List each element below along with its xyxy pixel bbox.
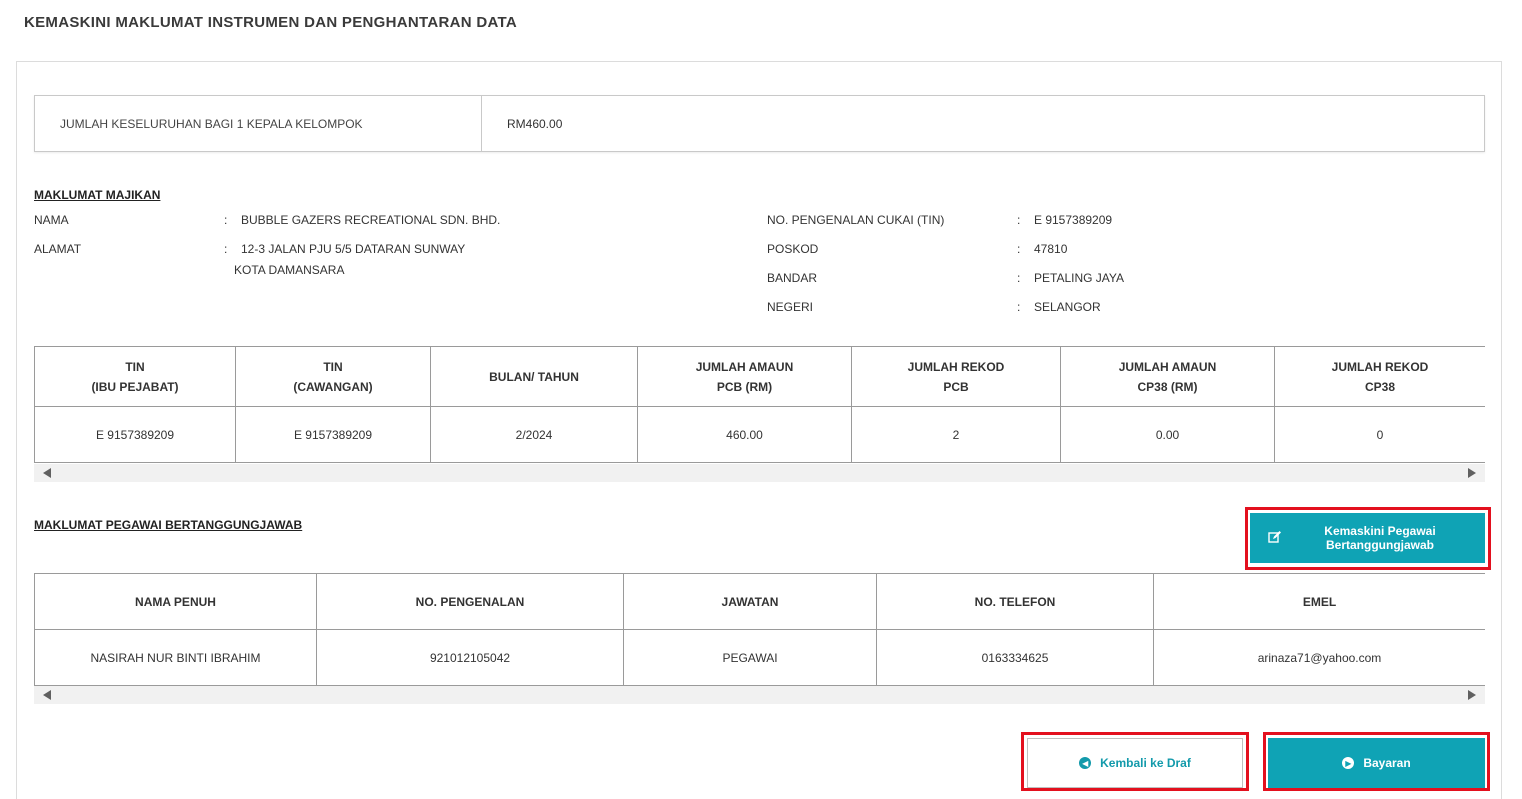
scroll-right-arrow-icon[interactable] — [1468, 690, 1476, 700]
officer-cell-phone: 0163334625 — [876, 629, 1154, 686]
officer-header-name: NAMA PENUH — [34, 573, 317, 630]
officer-cell-email: arinaza71@yahoo.com — [1153, 629, 1485, 686]
scroll-left-arrow-icon[interactable] — [43, 690, 51, 700]
employer-bandar-row: BANDAR : PETALING JAYA — [767, 271, 1124, 285]
pcb-cell-pcb-records: 2 — [851, 406, 1061, 463]
officer-cell-position: PEGAWAI — [623, 629, 877, 686]
pcb-table-scrollbar[interactable] — [34, 464, 1485, 482]
back-to-draft-button-highlight — [1021, 732, 1249, 791]
pcb-header-month-year: BULAN/ TAHUN — [430, 346, 638, 407]
employer-address-label: ALAMAT — [34, 242, 82, 256]
officer-cell-name: NASIRAH NUR BINTI IBRAHIM — [34, 629, 317, 686]
officer-table: NAMA PENUH NO. PENGENALAN JAWATAN NO. TE… — [34, 573, 1485, 686]
employer-address-row: ALAMAT : 12-3 JALAN PJU 5/5 DATARAN SUNW… — [34, 242, 465, 277]
pcb-header-tin-branch: TIN (CAWANGAN) — [235, 346, 431, 407]
employer-address-line1: 12-3 JALAN PJU 5/5 DATARAN SUNWAY — [241, 242, 466, 256]
pcb-header-pcb-amount: JUMLAH AMAUN PCB (RM) — [637, 346, 852, 407]
officer-table-header-row: NAMA PENUH NO. PENGENALAN JAWATAN NO. TE… — [34, 573, 1485, 630]
pcb-table-container: TIN (IBU PEJABAT) TIN (CAWANGAN) BULAN/ TA… — [34, 346, 1485, 463]
pcb-cell-month-year: 2/2024 — [430, 406, 638, 463]
pcb-header-pcb-records: JUMLAH REKOD PCB — [851, 346, 1061, 407]
officer-header-phone: NO. TELEFON — [876, 573, 1154, 630]
total-summary-label: JUMLAH KESELURUHAN BAGI 1 KEPALA KELOMPO… — [35, 96, 482, 151]
officer-header-position: JAWATAN — [623, 573, 877, 630]
employer-bandar-value: PETALING JAYA — [1034, 271, 1125, 285]
officer-table-scrollbar[interactable] — [34, 686, 1485, 704]
employer-negeri-label: NEGERI — [767, 300, 814, 314]
table-row: NASIRAH NUR BINTI IBRAHIM 921012105042 P… — [34, 629, 1485, 686]
employer-negeri-row: NEGERI : SELANGOR — [767, 300, 1101, 314]
colon: : — [1017, 242, 1021, 256]
colon: : — [224, 213, 228, 227]
table-row: E 9157389209 E 9157389209 2/2024 460.00 … — [34, 406, 1485, 463]
pcb-cell-cp38-records: 0 — [1274, 406, 1485, 463]
scroll-right-arrow-icon[interactable] — [1468, 468, 1476, 478]
employer-name-label: NAMA — [34, 213, 69, 227]
officer-cell-id: 921012105042 — [316, 629, 624, 686]
officer-header-id: NO. PENGENALAN — [316, 573, 624, 630]
officer-header-email: EMEL — [1153, 573, 1485, 630]
colon: : — [1017, 213, 1021, 227]
colon: : — [1017, 271, 1021, 285]
pcb-header-tin-hq: TIN (IBU PEJABAT) — [34, 346, 236, 407]
pcb-header-cp38-amount: JUMLAH AMAUN CP38 (RM) — [1060, 346, 1275, 407]
employer-bandar-label: BANDAR — [767, 271, 818, 285]
page-title: KEMASKINI MAKLUMAT INSTRUMEN DAN PENGHAN… — [24, 14, 518, 31]
main-panel: JUMLAH KESELURUHAN BAGI 1 KEPALA KELOMPO… — [16, 61, 1502, 799]
employer-poskod-label: POSKOD — [767, 242, 819, 256]
employer-negeri-value: SELANGOR — [1034, 300, 1101, 314]
employer-poskod-value: 47810 — [1034, 242, 1068, 256]
scroll-left-arrow-icon[interactable] — [43, 468, 51, 478]
pcb-table-header-row: TIN (IBU PEJABAT) TIN (CAWANGAN) BULAN/ TA… — [34, 346, 1485, 407]
employer-tin-row: NO. PENGENALAN CUKAI (TIN) : E 915738920… — [767, 213, 1112, 227]
total-summary-value: RM460.00 — [507, 116, 563, 131]
total-summary-box: JUMLAH KESELURUHAN BAGI 1 KEPALA KELOMPO… — [34, 95, 1485, 152]
employer-name-row: NAMA : BUBBLE GAZERS RECREATIONAL SDN. B… — [34, 213, 500, 227]
employer-name-value: BUBBLE GAZERS RECREATIONAL SDN. BHD. — [241, 213, 501, 227]
officer-table-container: NAMA PENUH NO. PENGENALAN JAWATAN NO. TE… — [34, 573, 1485, 686]
employer-section-heading: MAKLUMAT MAJIKAN — [34, 188, 161, 202]
employer-address-line2: KOTA DAMANSARA — [234, 263, 345, 277]
pcb-table: TIN (IBU PEJABAT) TIN (CAWANGAN) BULAN/ TA… — [34, 346, 1485, 463]
pcb-cell-pcb-amount: 460.00 — [637, 406, 852, 463]
officer-section-heading: MAKLUMAT PEGAWAI BERTANGGUNGJAWAB — [34, 518, 303, 532]
payment-button-highlight — [1263, 732, 1490, 791]
pcb-cell-tin-hq: E 9157389209 — [34, 406, 236, 463]
colon: : — [1017, 300, 1021, 314]
employer-tin-value: E 9157389209 — [1034, 213, 1113, 227]
pcb-cell-cp38-amount: 0.00 — [1060, 406, 1275, 463]
employer-poskod-row: POSKOD : 47810 — [767, 242, 1067, 256]
update-officer-button-highlight — [1245, 507, 1491, 570]
employer-tin-label: NO. PENGENALAN CUKAI (TIN) — [767, 213, 945, 227]
pcb-cell-tin-branch: E 9157389209 — [235, 406, 431, 463]
pcb-header-cp38-records: JUMLAH REKOD CP38 — [1274, 346, 1485, 407]
